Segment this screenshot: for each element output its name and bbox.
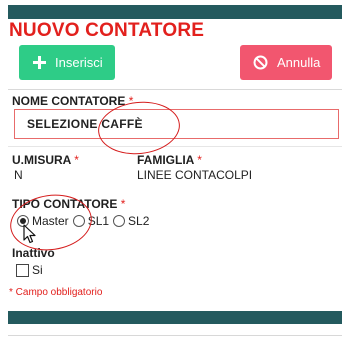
divider xyxy=(8,89,342,90)
inattivo-checkbox[interactable] xyxy=(16,264,29,277)
umisura-label: U.MISURA * xyxy=(12,153,79,167)
divider xyxy=(8,335,342,336)
divider xyxy=(8,146,342,147)
cancel-button-label: Annulla xyxy=(277,55,321,70)
famiglia-value: LINEE CONTACOLPI xyxy=(137,168,253,182)
insert-button-label: Inserisci xyxy=(55,55,103,70)
required-note: * Campo obbligatorio xyxy=(9,287,103,298)
inattivo-option-label: Si xyxy=(32,263,43,277)
ban-icon xyxy=(252,55,268,70)
mouse-cursor-icon xyxy=(23,224,37,249)
insert-button[interactable]: Inserisci xyxy=(19,45,115,80)
page-title: NUOVO CONTATORE xyxy=(9,20,205,41)
cancel-button[interactable]: Annulla xyxy=(240,45,332,80)
radio-button[interactable] xyxy=(113,215,126,227)
header-bar xyxy=(8,5,342,19)
footer-bar xyxy=(8,311,342,324)
required-marker: * xyxy=(74,153,79,167)
nome-contatore-label: NOME CONTATORE * xyxy=(12,94,134,108)
radio-label-sl2: SL2 xyxy=(128,214,150,228)
plus-icon xyxy=(31,56,47,69)
required-marker: * xyxy=(197,153,202,167)
famiglia-label: FAMIGLIA * xyxy=(137,153,202,167)
umisura-value: N xyxy=(14,168,23,182)
radio-option-sl2[interactable]: SL2 xyxy=(113,214,149,228)
required-marker: * xyxy=(120,197,126,211)
